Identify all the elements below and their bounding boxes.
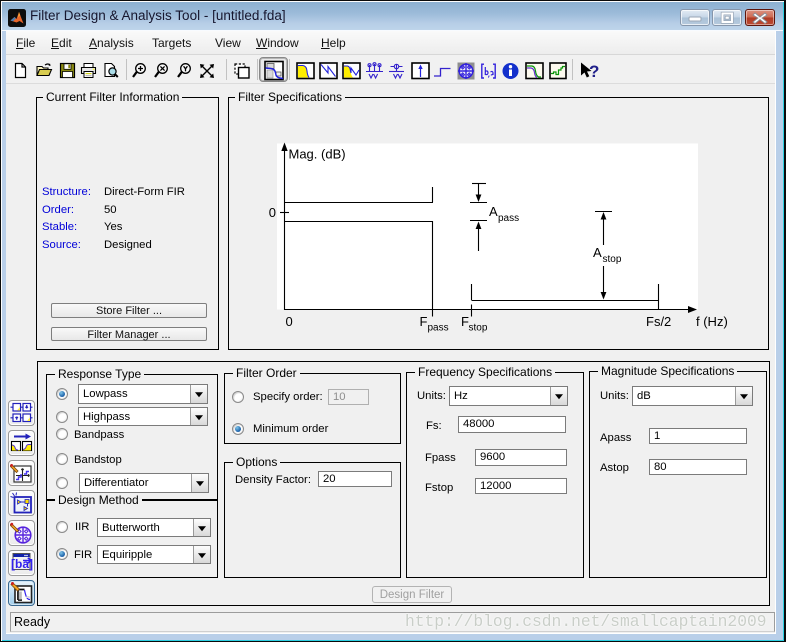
svg-text:stop: stop bbox=[603, 254, 622, 265]
svg-text:pass: pass bbox=[498, 213, 519, 224]
svg-text:F: F bbox=[420, 314, 428, 329]
svg-text:0: 0 bbox=[269, 205, 276, 220]
svg-text:?: ? bbox=[589, 62, 599, 81]
svg-text:Fs/2: Fs/2 bbox=[646, 314, 671, 329]
svg-text:pass: pass bbox=[428, 323, 449, 334]
svg-text:stop: stop bbox=[469, 323, 488, 334]
svg-text:0: 0 bbox=[286, 314, 293, 329]
svg-text:A: A bbox=[489, 204, 498, 219]
svg-text:A: A bbox=[593, 245, 602, 260]
svg-text:Mag. (dB): Mag. (dB) bbox=[289, 147, 346, 162]
svg-text:f (Hz): f (Hz) bbox=[696, 314, 728, 329]
